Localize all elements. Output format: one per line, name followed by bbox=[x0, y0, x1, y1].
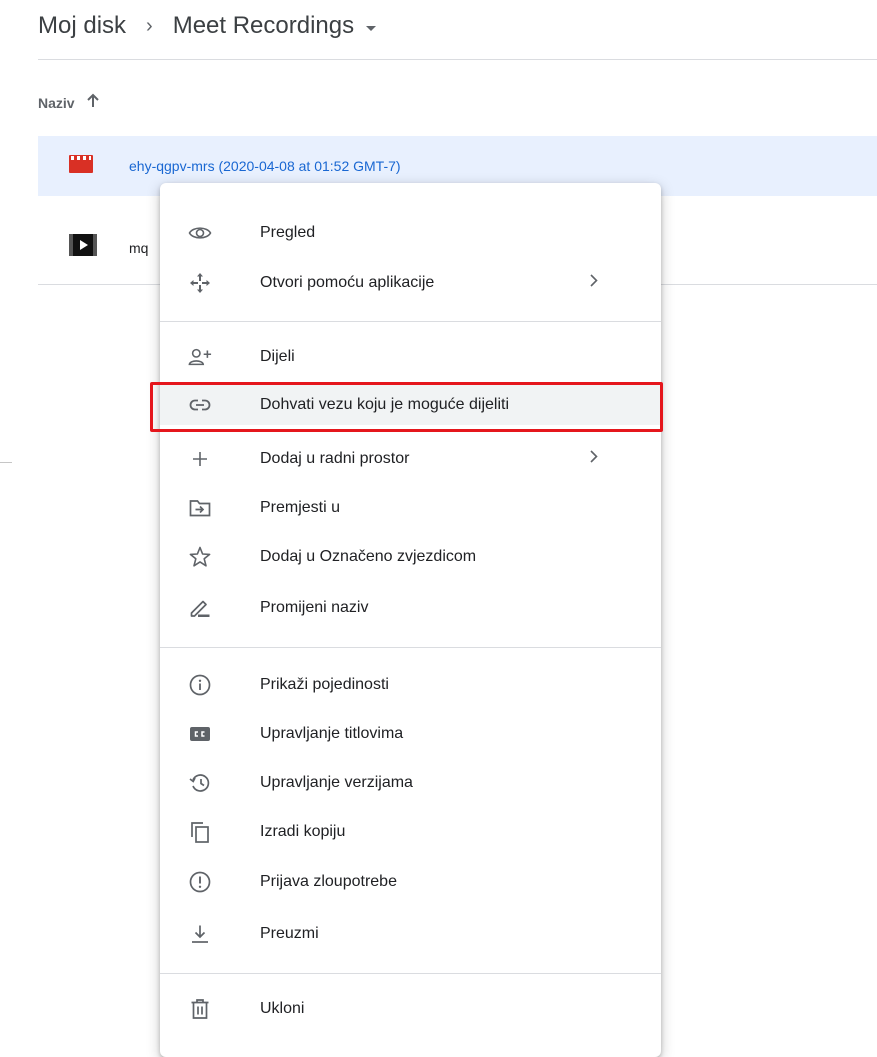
menu-item-label: Ukloni bbox=[260, 1000, 305, 1017]
menu-item-label: Promijeni naziv bbox=[260, 599, 369, 616]
menu-item-label: Pregled bbox=[260, 224, 316, 241]
copy-icon bbox=[188, 820, 212, 844]
history-icon bbox=[188, 771, 212, 795]
menu-divider bbox=[160, 973, 661, 974]
menu-item-move-to[interactable]: Premjesti u bbox=[160, 488, 661, 528]
column-header-name[interactable]: Naziv bbox=[38, 93, 101, 112]
menu-item-label: Prikaži pojedinosti bbox=[260, 676, 389, 693]
person-add-icon bbox=[188, 345, 212, 369]
video-file-icon bbox=[69, 154, 93, 178]
menu-item-get-shareable-link[interactable]: Dohvati vezu koju je moguće dijeliti bbox=[160, 385, 661, 425]
menu-item-rename[interactable]: Promijeni naziv bbox=[160, 588, 661, 628]
link-icon bbox=[188, 393, 212, 417]
menu-item-label: Upravljanje verzijama bbox=[260, 774, 413, 791]
open-with-icon bbox=[188, 271, 212, 295]
column-header-label: Naziv bbox=[38, 94, 75, 111]
menu-item-label: Prijava zloupotrebe bbox=[260, 873, 397, 890]
menu-item-share[interactable]: Dijeli bbox=[160, 337, 661, 377]
menu-item-remove[interactable]: Ukloni bbox=[160, 989, 661, 1029]
eye-icon bbox=[188, 221, 212, 245]
menu-item-manage-captions[interactable]: Upravljanje titlovima bbox=[160, 714, 661, 754]
menu-item-report-abuse[interactable]: Prijava zloupotrebe bbox=[160, 862, 661, 902]
menu-item-label: Upravljanje titlovima bbox=[260, 725, 404, 742]
menu-item-download[interactable]: Preuzmi bbox=[160, 914, 661, 954]
star-icon bbox=[188, 545, 212, 569]
menu-item-open-with[interactable]: Otvori pomoću aplikacije bbox=[160, 263, 661, 303]
menu-item-label: Dodaj u radni prostor bbox=[260, 450, 410, 467]
breadcrumb-root[interactable]: Moj disk bbox=[38, 12, 126, 40]
chevron-right-icon bbox=[588, 450, 600, 469]
pencil-icon bbox=[188, 596, 212, 620]
menu-item-label: Dodaj u Označeno zvjezdicom bbox=[260, 548, 477, 565]
file-name: ehy-qgpv-mrs (2020-04-08 at 01:52 GMT-7) bbox=[129, 158, 401, 174]
file-name: mq bbox=[129, 239, 149, 256]
report-icon bbox=[188, 870, 212, 894]
video-thumbnail-icon bbox=[69, 234, 97, 261]
info-icon bbox=[188, 673, 212, 697]
menu-item-label: Dijeli bbox=[260, 348, 295, 365]
folder-dropdown-caret-icon[interactable] bbox=[366, 25, 377, 31]
closed-caption-icon bbox=[188, 722, 212, 746]
menu-divider bbox=[160, 321, 661, 322]
download-icon bbox=[188, 922, 212, 946]
chevron-right-icon bbox=[588, 274, 600, 293]
breadcrumb: Moj disk › Meet Recordings bbox=[38, 6, 377, 46]
menu-item-manage-versions[interactable]: Upravljanje verzijama bbox=[160, 763, 661, 803]
breadcrumb-separator: › bbox=[146, 14, 153, 37]
menu-item-label: Premjesti u bbox=[260, 499, 341, 516]
menu-item-label: Otvori pomoću aplikacije bbox=[260, 274, 435, 291]
menu-item-add-to-starred[interactable]: Dodaj u Označeno zvjezdicom bbox=[160, 537, 661, 577]
menu-divider bbox=[160, 647, 661, 648]
menu-item-label: Izradi kopiju bbox=[260, 823, 346, 840]
context-menu: Pregled Otvori pomoću aplikacije Dijeli … bbox=[160, 183, 661, 1057]
menu-item-label: Dohvati vezu koju je moguće dijeliti bbox=[260, 396, 510, 413]
menu-item-preview[interactable]: Pregled bbox=[160, 213, 661, 253]
panel-edge-line bbox=[0, 462, 12, 463]
menu-item-add-to-workspace[interactable]: Dodaj u radni prostor bbox=[160, 439, 661, 479]
trash-icon bbox=[188, 997, 212, 1021]
menu-item-view-details[interactable]: Prikaži pojedinosti bbox=[160, 665, 661, 705]
move-to-folder-icon bbox=[188, 496, 212, 520]
plus-icon bbox=[188, 447, 212, 471]
header-divider bbox=[38, 59, 877, 60]
sort-ascending-arrow-icon[interactable] bbox=[85, 93, 101, 112]
menu-item-make-copy[interactable]: Izradi kopiju bbox=[160, 812, 661, 852]
breadcrumb-current-folder[interactable]: Meet Recordings bbox=[173, 12, 354, 40]
menu-item-label: Preuzmi bbox=[260, 925, 319, 942]
